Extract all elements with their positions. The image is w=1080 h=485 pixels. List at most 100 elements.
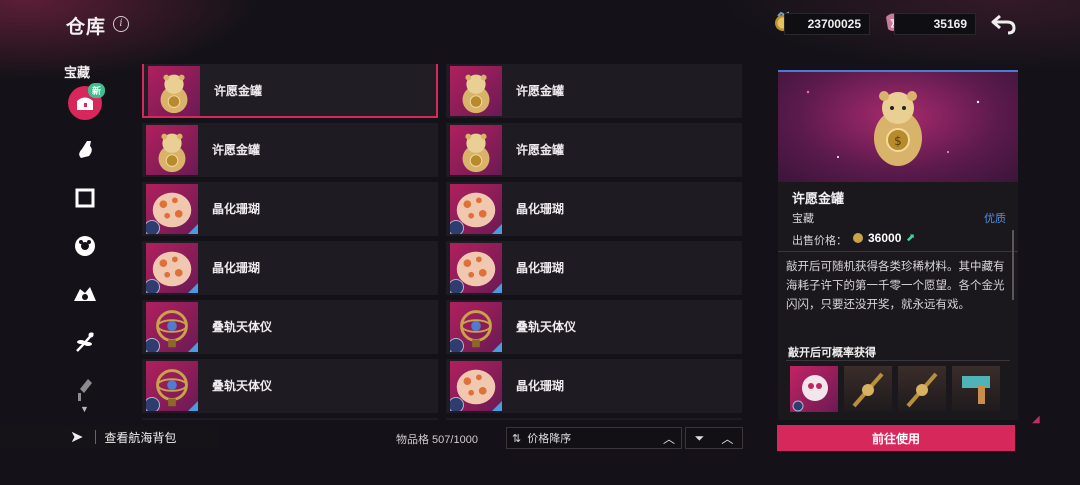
sort-icon: ⇅	[512, 432, 522, 445]
gold-currency: 23700025	[784, 13, 870, 35]
pirate-badge-image	[792, 375, 828, 412]
filter-icon: ⏷	[694, 430, 705, 445]
detail-panel: $ 许愿金罐 宝藏 优质 出售价格： 36000 ⬈ 敲开后可随机获得各类珍稀材…	[778, 70, 1018, 420]
lock-icon	[146, 397, 160, 411]
item-thumbnail	[450, 361, 502, 411]
sidebar-item-decor[interactable]	[67, 228, 103, 264]
item-thumbnail	[146, 125, 198, 175]
grid-item[interactable]: 许愿金罐	[446, 123, 742, 177]
drop-item-slot[interactable]	[790, 366, 838, 412]
chevron-up-icon: ︿	[662, 432, 675, 446]
detail-item-quality: 优质	[984, 213, 1006, 225]
lock-icon	[450, 397, 464, 411]
item-thumbnail	[450, 184, 502, 234]
sidebar-item-plants[interactable]	[67, 324, 103, 360]
hat-icon	[74, 287, 96, 301]
grid-item-partial[interactable]	[142, 418, 438, 420]
sidebar-item-tools[interactable]	[67, 372, 103, 408]
coin-icon	[853, 233, 863, 243]
item-thumbnail	[450, 125, 502, 175]
plant-sprig-icon	[76, 332, 94, 352]
item-name: 许愿金罐	[516, 143, 565, 157]
view-bag-label: 查看航海背包	[104, 430, 177, 445]
lock-icon	[146, 279, 160, 293]
go-use-button[interactable]: 前往使用	[777, 425, 1015, 451]
filter-button[interactable]: ⏷ ︿	[685, 427, 743, 449]
item-name: 叠轨天体仪	[212, 320, 273, 334]
sidebar-item-outfits[interactable]	[67, 276, 103, 312]
page-title: 仓库	[66, 17, 107, 38]
picture-frame-icon	[75, 188, 95, 208]
grid-item[interactable]: 叠轨天体仪	[446, 300, 742, 354]
trend-up-icon: ⬈	[906, 232, 916, 244]
hamster-jar-image: $	[806, 90, 980, 166]
price-value: 36000	[868, 231, 902, 245]
arrow-right-icon: ➤	[70, 429, 84, 446]
sort-dropdown[interactable]: ⇅ 价格降序 ︿	[506, 427, 682, 449]
item-description: 敲开后可随机获得各类珍稀材料。其中藏有海耗子许下的第一千零一个愿望。各个金光闪闪…	[786, 261, 1005, 311]
item-name: 许愿金罐	[516, 84, 565, 98]
detail-item-type: 宝藏	[792, 213, 814, 225]
item-name: 许愿金罐	[212, 143, 261, 157]
item-name: 叠轨天体仪	[212, 379, 273, 393]
item-thumbnail	[450, 66, 502, 116]
golden-spear-image	[852, 372, 884, 408]
teal-blaster-image	[962, 376, 990, 404]
back-arrow-icon[interactable]	[990, 10, 1018, 38]
lock-icon	[450, 338, 464, 352]
golden-spear-image	[906, 372, 938, 408]
item-thumbnail	[146, 184, 198, 234]
sidebar-item-drinks[interactable]	[67, 132, 103, 168]
lock-icon	[146, 338, 160, 352]
chevron-up-icon: ︿	[721, 431, 734, 446]
item-thumbnail	[146, 243, 198, 293]
item-name: 晶化珊瑚	[212, 261, 261, 275]
item-thumbnail	[450, 302, 502, 352]
item-thumbnail	[146, 302, 198, 352]
drop-item-slot[interactable]	[952, 366, 1000, 412]
lock-icon	[450, 220, 464, 234]
capacity-label: 物品格 507/1000	[396, 434, 478, 446]
drop-item-slot[interactable]	[898, 366, 946, 412]
grid-item-partial[interactable]	[446, 418, 742, 420]
svg-text:$: $	[894, 134, 902, 148]
drops-title: 敲开后可概率获得	[788, 347, 876, 359]
grid-item[interactable]: 晶化珊瑚	[446, 241, 742, 295]
category-label: 宝藏	[64, 65, 91, 80]
item-thumbnail	[148, 66, 200, 116]
item-name: 晶化珊瑚	[516, 261, 565, 275]
sort-label: 价格降序	[527, 433, 572, 445]
grid-item[interactable]: 晶化珊瑚	[142, 182, 438, 236]
gem-currency: 35169	[894, 13, 976, 35]
new-badge: 新	[88, 83, 106, 98]
grid-item[interactable]: 晶化珊瑚	[446, 359, 742, 413]
flower-gear-icon	[75, 236, 95, 256]
lock-icon	[146, 220, 160, 234]
corner-decoration: ◢	[1032, 414, 1040, 425]
item-name: 晶化珊瑚	[212, 202, 261, 216]
drink-bottle-icon	[79, 141, 92, 158]
shovel-icon	[78, 379, 92, 401]
item-grid: 许愿金罐 许愿金罐 许愿金罐 许愿金罐 晶化珊瑚 晶化珊瑚 晶化珊瑚 晶化珊瑚 叠轨天体仪 叠轨天…	[142, 64, 744, 420]
item-name: 晶化珊瑚	[516, 379, 565, 393]
grid-item[interactable]: 叠轨天体仪	[142, 359, 438, 413]
detail-item-name: 许愿金罐	[792, 191, 845, 206]
grid-item[interactable]: 晶化珊瑚	[446, 182, 742, 236]
description-scrollbar[interactable]	[1012, 230, 1014, 300]
grid-item[interactable]: 许愿金罐	[142, 64, 438, 118]
item-thumbnail	[450, 243, 502, 293]
sidebar-item-frames[interactable]	[67, 180, 103, 216]
grid-item[interactable]: 许愿金罐	[446, 64, 742, 118]
price-label: 出售价格：	[792, 235, 847, 247]
item-name: 许愿金罐	[214, 84, 263, 98]
detail-image: $	[778, 70, 1018, 182]
lock-icon	[450, 279, 464, 293]
item-name: 晶化珊瑚	[516, 202, 565, 216]
grid-item[interactable]: 许愿金罐	[142, 123, 438, 177]
drop-item-slot[interactable]	[844, 366, 892, 412]
info-icon[interactable]: i	[113, 16, 129, 32]
chevron-down-icon[interactable]: ▼	[80, 404, 89, 414]
view-bag-button[interactable]: ➤ 查看航海背包	[0, 425, 218, 449]
grid-item[interactable]: 晶化珊瑚	[142, 241, 438, 295]
grid-item[interactable]: 叠轨天体仪	[142, 300, 438, 354]
